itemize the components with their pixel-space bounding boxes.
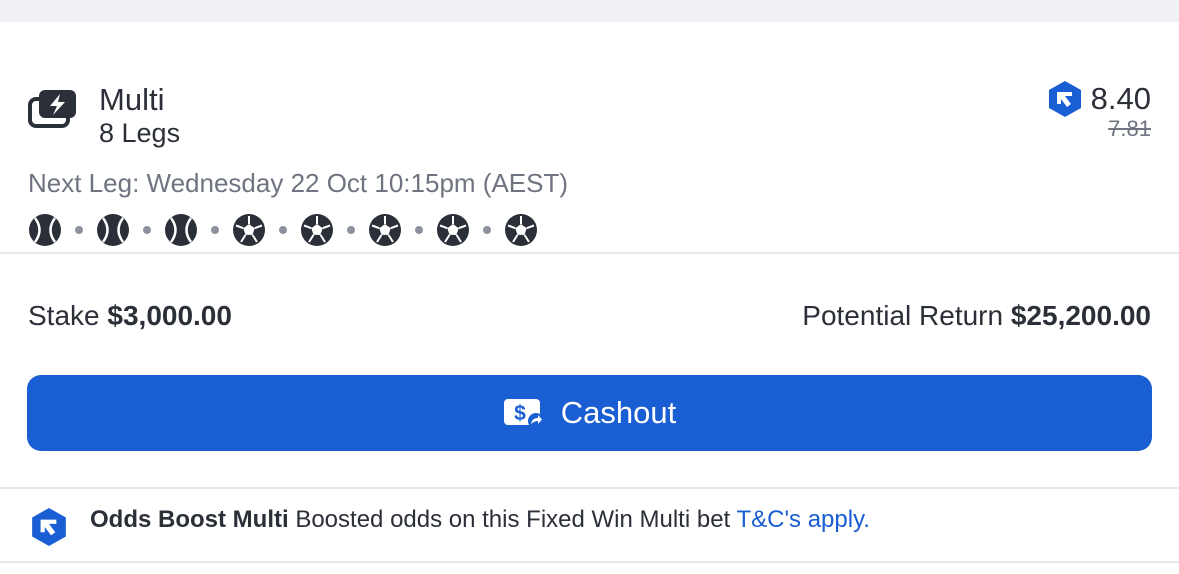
multi-bet-icon <box>28 90 76 128</box>
odds-block: 8.40 7.81 <box>1047 80 1151 142</box>
legs-indicator <box>28 213 538 247</box>
promo-title: Odds Boost Multi <box>90 506 289 533</box>
terms-link[interactable]: T&C's apply. <box>736 506 870 533</box>
soccer-ball-icon <box>233 214 265 246</box>
stake-label: Stake <box>28 300 100 331</box>
bet-legs-count: 8 Legs <box>99 118 181 148</box>
top-band <box>0 0 1179 22</box>
potential-return-label: Potential Return <box>802 300 1004 331</box>
stake-row: Stake $3,000.00 Potential Return $25,200… <box>28 296 1151 336</box>
cashout-icon: $ <box>503 399 544 429</box>
promo-text: Odds Boost Multi Boosted odds on this Fi… <box>90 505 870 535</box>
tennis-ball-icon <box>29 214 61 246</box>
soccer-ball-icon <box>301 214 333 246</box>
cashout-label: Cashout <box>560 395 677 430</box>
leg-separator-dot <box>211 226 219 234</box>
soccer-ball-icon <box>505 214 537 246</box>
potential-return-info: Potential Return $25,200.00 <box>802 300 1151 332</box>
leg-separator-dot <box>415 226 423 234</box>
svg-text:$: $ <box>514 402 526 425</box>
original-odds: 7.81 <box>1108 116 1151 141</box>
odds-boost-icon <box>1048 81 1081 117</box>
leg-separator-dot <box>483 226 491 234</box>
soccer-ball-icon <box>437 214 469 246</box>
bet-card-header: Multi 8 Legs Next Leg: Wednesday 22 Oct … <box>0 22 1179 254</box>
tennis-ball-icon <box>165 214 197 246</box>
tennis-ball-icon <box>97 214 129 246</box>
boosted-odds: 8.40 <box>1090 81 1151 116</box>
leg-separator-dot <box>143 226 151 234</box>
stake-amount: $3,000.00 <box>107 300 232 331</box>
soccer-ball-icon <box>369 214 401 246</box>
cashout-button[interactable]: $ Cashout <box>27 375 1152 451</box>
stake-info: Stake $3,000.00 <box>28 300 232 332</box>
leg-separator-dot <box>279 226 287 234</box>
leg-separator-dot <box>75 226 83 234</box>
promo-description: Boosted odds on this Fixed Win Multi bet <box>295 506 731 533</box>
odds-boost-promo: Odds Boost Multi Boosted odds on this Fi… <box>0 487 1179 563</box>
bet-type-title: Multi <box>99 82 165 117</box>
next-leg-time: Next Leg: Wednesday 22 Oct 10:15pm (AEST… <box>28 168 569 198</box>
odds-boost-icon <box>32 508 66 546</box>
leg-separator-dot <box>347 226 355 234</box>
potential-return-amount: $25,200.00 <box>1010 300 1151 331</box>
